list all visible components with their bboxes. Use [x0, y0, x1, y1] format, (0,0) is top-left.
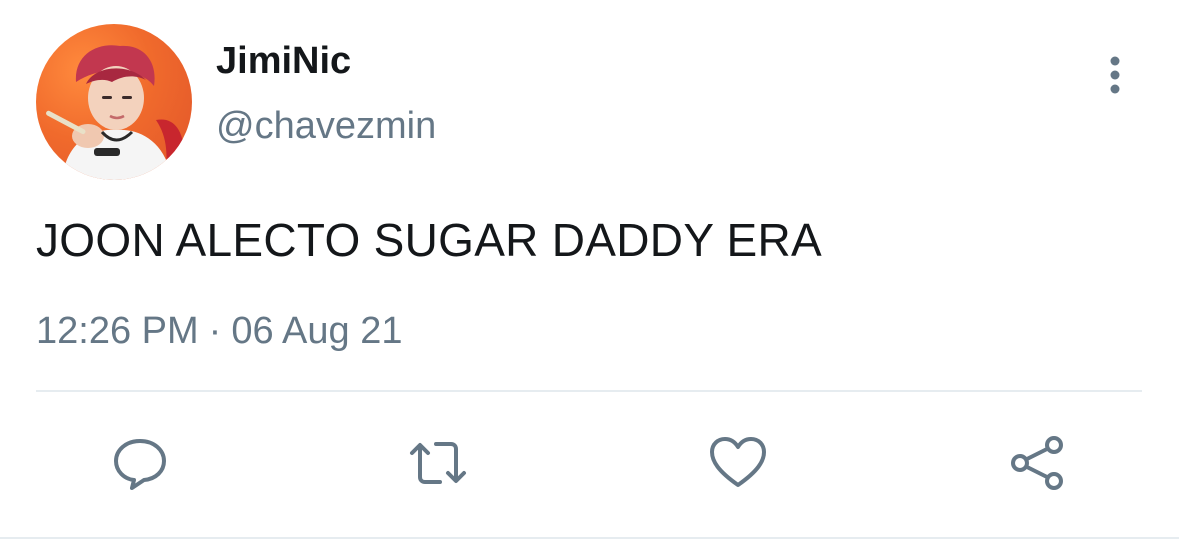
tweet-text: JOON ALECTO SUGAR DADDY ERA: [36, 214, 823, 266]
bottom-divider: [0, 537, 1179, 539]
avatar-photo: [46, 45, 185, 180]
retweet-icon: [410, 442, 466, 484]
retweet-button[interactable]: [408, 433, 468, 493]
tweet-time: 12:26 PM: [36, 310, 199, 352]
reply-button[interactable]: [110, 433, 170, 493]
avatar[interactable]: [36, 24, 192, 180]
reply-icon: [114, 439, 166, 490]
more-options-button[interactable]: [1094, 52, 1136, 98]
heart-icon: [710, 437, 766, 487]
more-vertical-icon: [1110, 56, 1120, 94]
share-icon: [1011, 436, 1063, 490]
display-name[interactable]: JimiNic: [216, 38, 351, 84]
user-handle[interactable]: @chavezmin: [216, 103, 436, 149]
divider: [36, 390, 1142, 392]
tweet-date: 06 Aug 21: [231, 310, 403, 352]
tweet-card: JimiNic @chavezmin JOON ALECTO SUGAR DAD…: [0, 0, 1179, 555]
share-button[interactable]: [1008, 433, 1068, 493]
tweet-timestamp: 12:26 PM · 06 Aug 21: [36, 308, 402, 354]
like-button[interactable]: [708, 433, 768, 493]
meta-separator: ·: [208, 310, 222, 352]
